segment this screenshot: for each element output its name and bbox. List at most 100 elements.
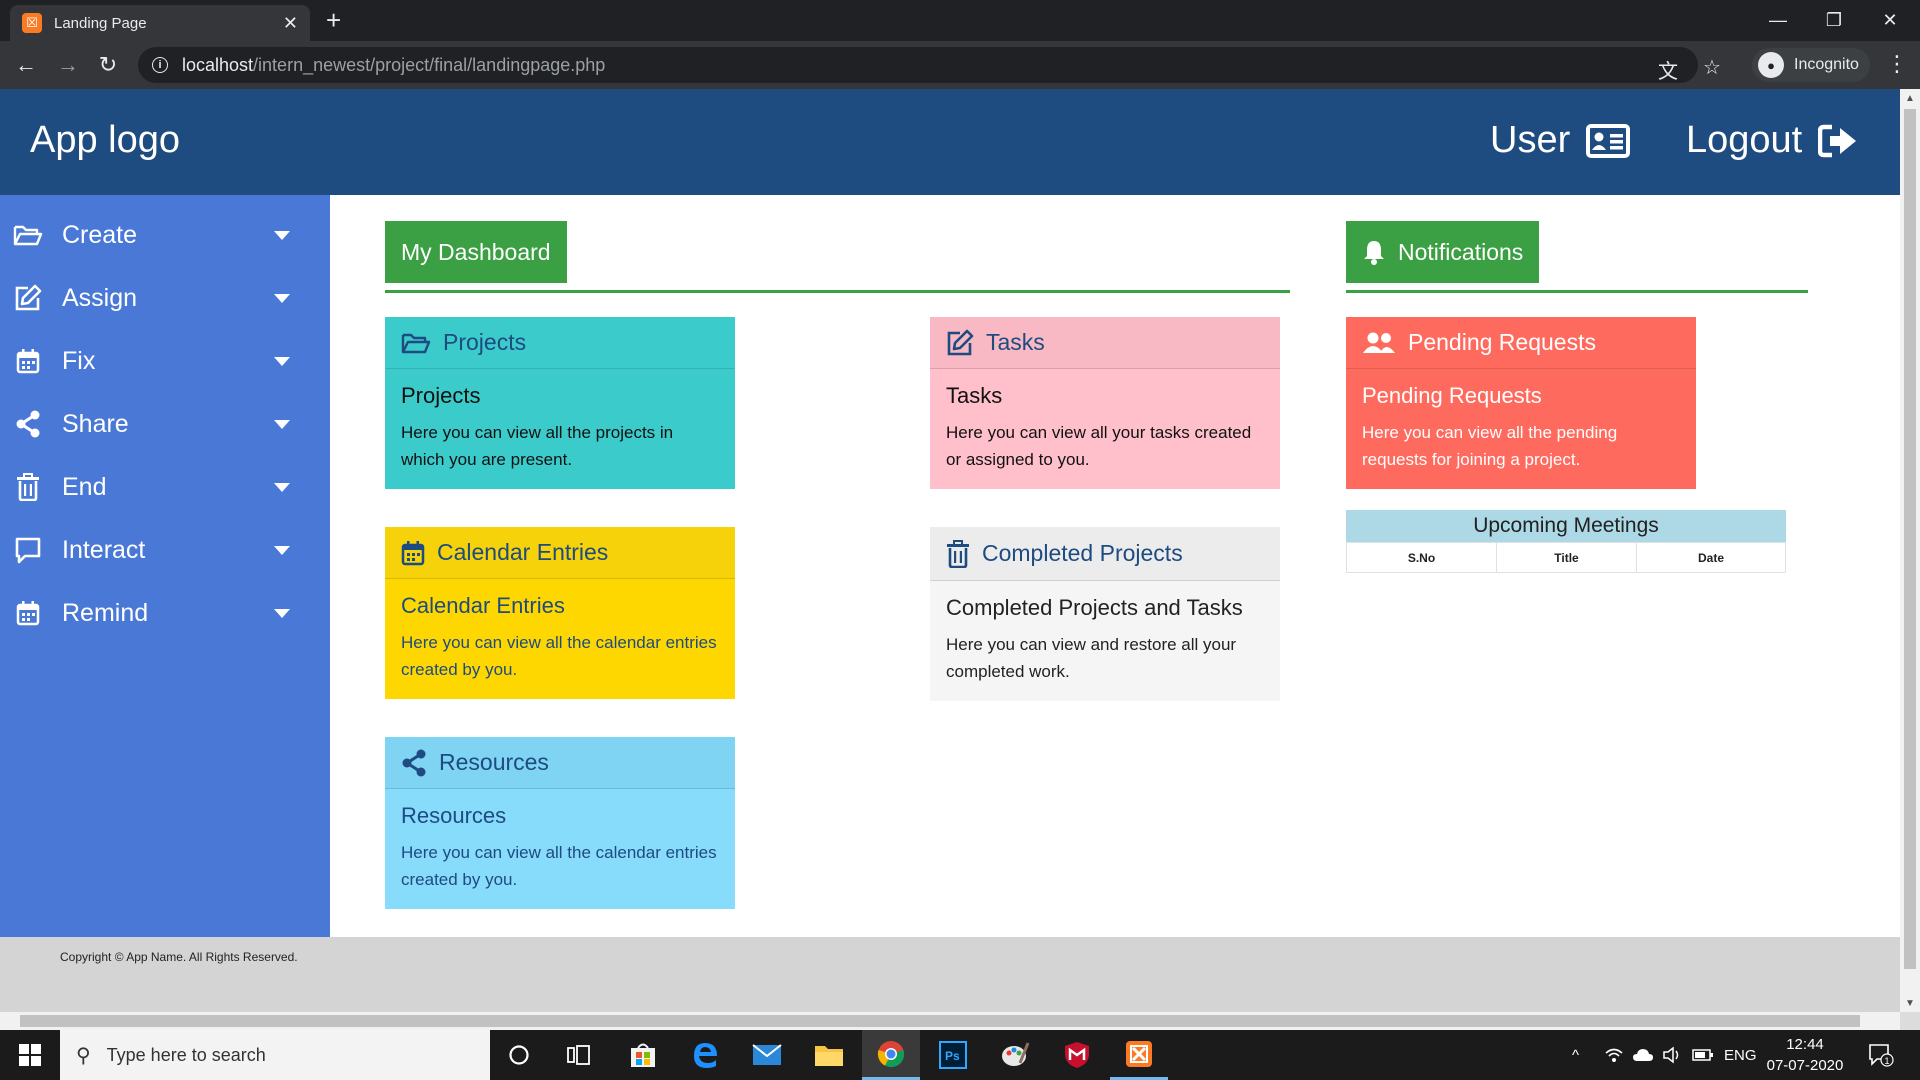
scrollbar-thumb[interactable] <box>20 1015 1860 1027</box>
reload-icon[interactable]: ↻ <box>94 51 122 79</box>
card-header: Calendar Entries <box>385 527 735 579</box>
close-window-icon[interactable]: ✕ <box>1862 0 1918 41</box>
card-title: Pending Requests <box>1362 383 1542 408</box>
card-body: Completed Projects and Tasks Here you ca… <box>930 581 1280 701</box>
sidebar: Create Assign Fix Share End Interact Rem… <box>0 195 330 937</box>
address-bar[interactable]: i localhost /intern_newest/project/final… <box>138 47 1721 84</box>
cortana-icon[interactable] <box>490 1030 548 1080</box>
page-viewport: App logo User Logout Create Assign Fix S… <box>0 89 1900 1012</box>
column-header: S.No <box>1346 542 1497 573</box>
incognito-label: Incognito <box>1794 56 1859 73</box>
volume-icon[interactable] <box>1662 1030 1682 1080</box>
trash-icon <box>12 471 44 503</box>
language-indicator[interactable]: ENG <box>1724 1030 1757 1080</box>
chrome-icon[interactable] <box>862 1030 920 1080</box>
sidebar-item-fix[interactable]: Fix <box>0 331 330 391</box>
card-header: Pending Requests <box>1346 317 1696 369</box>
edit-icon <box>946 329 974 357</box>
site-info-icon[interactable]: i <box>152 57 168 73</box>
windows-start-icon[interactable] <box>0 1030 60 1080</box>
card-body: Tasks Here you can view all your tasks c… <box>930 369 1280 489</box>
mail-icon[interactable] <box>738 1030 796 1080</box>
calendar-entries-card[interactable]: Calendar Entries Calendar Entries Here y… <box>385 527 735 699</box>
card-body: Resources Here you can view all the cale… <box>385 789 735 909</box>
column-header: Date <box>1636 542 1786 573</box>
sidebar-item-remind[interactable]: Remind <box>0 583 330 643</box>
incognito-profile[interactable]: ● Incognito <box>1752 48 1870 82</box>
tasks-card[interactable]: Tasks Tasks Here you can view all your t… <box>930 317 1280 489</box>
sidebar-item-assign[interactable]: Assign <box>0 268 330 328</box>
scrollbar-corner <box>1900 1012 1920 1030</box>
battery-icon[interactable] <box>1692 1030 1714 1080</box>
minimize-icon[interactable]: — <box>1750 0 1806 41</box>
browser-tab[interactable]: ☒ Landing Page ✕ <box>10 5 310 41</box>
card-header-label: Pending Requests <box>1408 329 1596 355</box>
file-explorer-icon[interactable] <box>800 1030 858 1080</box>
wifi-icon[interactable] <box>1604 1030 1624 1080</box>
horizontal-scrollbar[interactable] <box>0 1012 1900 1030</box>
action-center-icon[interactable]: 1 <box>1868 1030 1894 1080</box>
my-dashboard-button[interactable]: My Dashboard <box>385 221 567 283</box>
restore-icon[interactable]: ❐ <box>1806 0 1862 41</box>
card-header-label: Completed Projects <box>982 540 1183 566</box>
card-text: Here you can view all the projects in wh… <box>401 423 674 469</box>
scrollbar-thumb[interactable] <box>1904 109 1916 969</box>
browser-toolbar: ← → ↻ i localhost /intern_newest/project… <box>0 41 1920 89</box>
card-title: Resources <box>401 803 507 828</box>
id-card-icon <box>1586 123 1631 158</box>
paint-icon[interactable] <box>986 1030 1044 1080</box>
card-text: Here you can view and restore all your c… <box>946 635 1237 681</box>
clock-date: 07-07-2020 <box>1766 1057 1844 1074</box>
store-icon[interactable] <box>614 1030 672 1080</box>
bookmark-star-icon[interactable]: ☆ <box>1703 55 1721 80</box>
card-header: Tasks <box>930 317 1280 369</box>
card-text: Here you can view all the pending reques… <box>1362 423 1618 469</box>
sidebar-item-share[interactable]: Share <box>0 394 330 454</box>
sidebar-item-interact[interactable]: Interact <box>0 520 330 580</box>
sidebar-item-create[interactable]: Create <box>0 205 330 265</box>
user-link[interactable]: User <box>1490 119 1631 162</box>
completed-projects-card[interactable]: Completed Projects Completed Projects an… <box>930 527 1280 701</box>
mcafee-icon[interactable] <box>1048 1030 1106 1080</box>
pending-requests-card[interactable]: Pending Requests Pending Requests Here y… <box>1346 317 1696 489</box>
sidebar-item-label: Interact <box>62 535 146 564</box>
task-view-icon[interactable] <box>550 1030 608 1080</box>
card-header-label: Calendar Entries <box>437 539 609 565</box>
forward-icon[interactable]: → <box>54 51 82 79</box>
browser-menu-icon[interactable]: ⋮ <box>1886 51 1908 77</box>
new-tab-icon[interactable]: + <box>326 6 341 34</box>
back-icon[interactable]: ← <box>12 51 40 79</box>
search-placeholder: Type here to search <box>106 1044 266 1065</box>
card-text: Here you can view all the calendar entri… <box>401 843 717 889</box>
projects-card[interactable]: Projects Projects Here you can view all … <box>385 317 735 489</box>
taskbar-search[interactable]: ⚲ Type here to search <box>60 1030 490 1080</box>
close-tab-icon[interactable]: ✕ <box>283 13 298 34</box>
app-logo[interactable]: App logo <box>30 119 180 162</box>
photoshop-icon[interactable]: Ps <box>924 1030 982 1080</box>
translate-icon[interactable]: 文 <box>1658 55 1678 84</box>
resources-card[interactable]: Resources Resources Here you can view al… <box>385 737 735 909</box>
taskbar-clock[interactable]: 12:44 07-07-2020 <box>1765 1034 1845 1076</box>
upcoming-meetings: Upcoming Meetings S.No Title Date <box>1346 510 1786 573</box>
logout-link[interactable]: Logout <box>1686 119 1858 162</box>
sign-out-icon <box>1818 124 1857 157</box>
show-hidden-icons[interactable]: ^ <box>1572 1030 1579 1080</box>
user-label: User <box>1490 119 1571 161</box>
comment-icon <box>12 534 44 566</box>
footer: Copyright © App Name. All Rights Reserve… <box>0 937 1900 1012</box>
scroll-up-icon[interactable]: ▲ <box>1900 89 1920 107</box>
scroll-down-icon[interactable]: ▼ <box>1900 994 1920 1012</box>
card-title: Tasks <box>946 383 1003 408</box>
sidebar-item-end[interactable]: End <box>0 457 330 517</box>
edge-icon[interactable] <box>676 1030 734 1080</box>
xampp-icon[interactable] <box>1110 1030 1168 1080</box>
caret-down-icon <box>274 482 290 492</box>
card-header-label: Tasks <box>986 329 1045 355</box>
caret-down-icon <box>274 545 290 555</box>
calendar-icon <box>12 597 44 629</box>
meetings-table: S.No Title Date <box>1346 542 1786 573</box>
edit-icon <box>12 282 44 314</box>
vertical-scrollbar[interactable]: ▲ ▼ <box>1900 89 1920 1012</box>
notifications-button[interactable]: Notifications <box>1346 221 1540 283</box>
onedrive-icon[interactable] <box>1632 1030 1654 1080</box>
